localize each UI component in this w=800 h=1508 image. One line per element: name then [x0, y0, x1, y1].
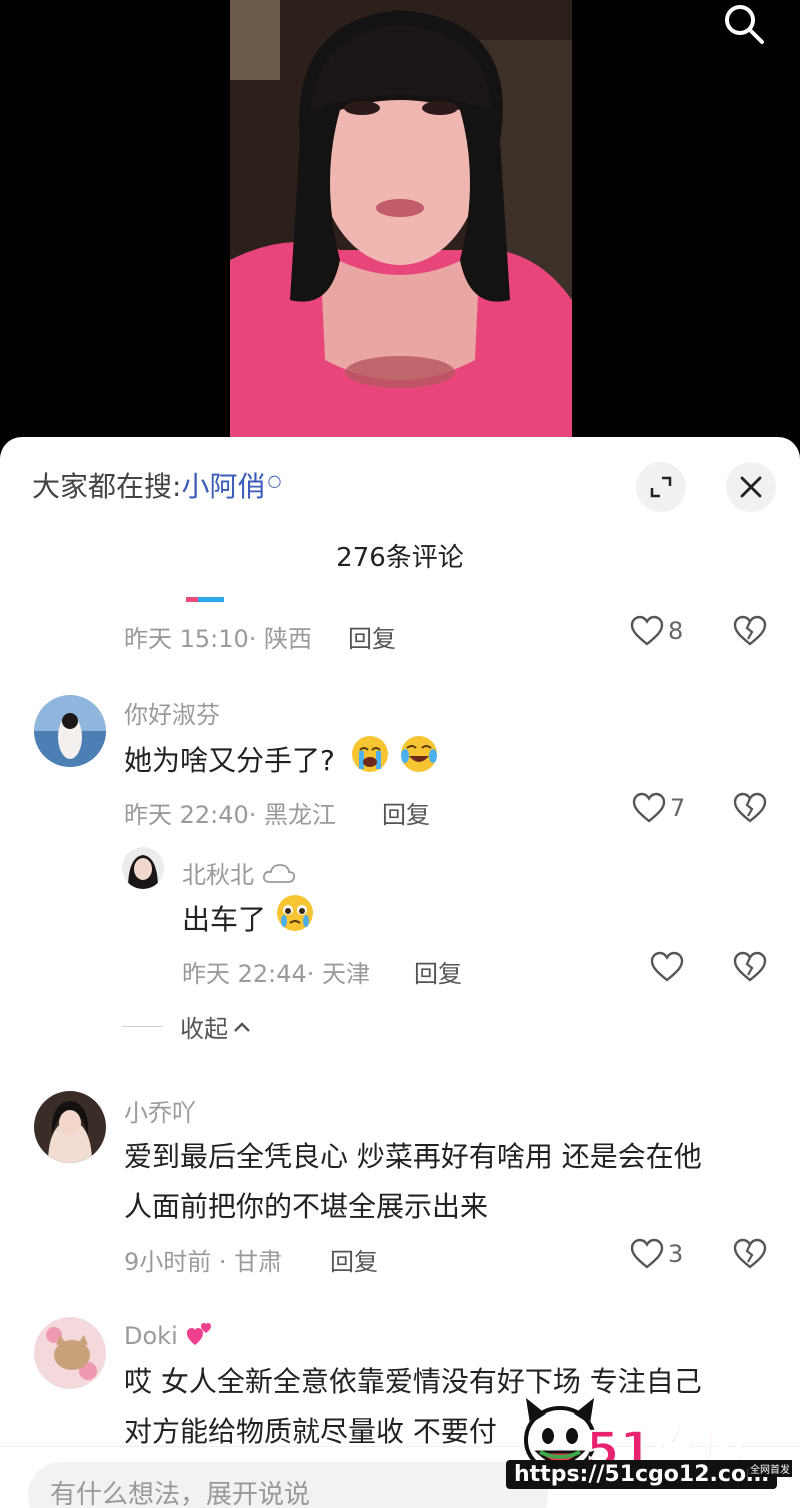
- like-count: 8: [668, 617, 684, 645]
- heart-icon: [630, 615, 664, 646]
- comment-username-text: Doki: [124, 1322, 178, 1350]
- pleading-cry-emoji-icon: [275, 893, 315, 949]
- close-icon: [740, 476, 762, 498]
- watermark-url: https://51cgo12.com: [506, 1460, 777, 1489]
- reply-button[interactable]: 回复: [414, 954, 462, 989]
- reply-button[interactable]: 回复: [382, 795, 430, 830]
- comment-meta: 昨天 15:10· 陕西: [124, 625, 313, 653]
- broken-heart-icon: [733, 615, 767, 646]
- divider-line: [122, 1026, 162, 1027]
- dislike-button[interactable]: [733, 951, 767, 987]
- reply-button[interactable]: 回复: [330, 1242, 378, 1277]
- comment-text-content: 她为啥又分手了?: [124, 744, 335, 777]
- avatar[interactable]: [34, 1091, 106, 1163]
- laugh-cry-emoji-icon: [399, 734, 439, 790]
- like-count: 7: [670, 794, 686, 822]
- reply-button[interactable]: 回复: [348, 619, 396, 654]
- comment-meta: 昨天 22:40· 黑龙江: [124, 801, 337, 829]
- previous-comment-tail: [186, 597, 224, 602]
- video-still: [230, 0, 572, 440]
- like-count: 3: [668, 1240, 684, 1268]
- hot-search-prefix: 大家都在搜:: [32, 470, 182, 503]
- comment-meta: 9小时前 · 甘肃: [124, 1248, 283, 1276]
- chevron-up-icon: [234, 1021, 250, 1032]
- collapse-replies-button[interactable]: 收起: [122, 1009, 252, 1044]
- reply-text-content: 出车了: [182, 903, 267, 936]
- reply-avatar[interactable]: [122, 847, 164, 889]
- comment-text: 她为啥又分手了?: [124, 734, 439, 790]
- comment-text-line1: 爱到最后全凭良心 炒菜再好有啥用 还是会在他: [124, 1140, 702, 1173]
- dislike-button[interactable]: [733, 615, 767, 651]
- sparkling-hearts-icon: [185, 1319, 215, 1355]
- heart-icon: [630, 1238, 664, 1269]
- comment-sheet: 大家都在搜:小阿俏 ○ 276条评论 昨天 15:10· 陕西 回复 8 你好淑…: [0, 437, 800, 1508]
- heart-icon: [632, 792, 666, 823]
- search-icon: [725, 5, 764, 44]
- search-button[interactable]: [720, 0, 768, 48]
- comment-input[interactable]: 有什么想法，展开说说: [28, 1462, 548, 1508]
- reply-meta: 昨天 22:44· 天津: [182, 960, 371, 988]
- hot-search-keyword[interactable]: 小阿俏: [181, 470, 265, 503]
- comment-username[interactable]: 小乔吖: [124, 1093, 196, 1128]
- comment-username[interactable]: Doki: [124, 1319, 215, 1355]
- crying-emoji-icon: [350, 734, 390, 790]
- search-small-icon: ○: [267, 470, 282, 490]
- like-button[interactable]: 7: [632, 792, 685, 824]
- expand-button[interactable]: [636, 462, 686, 512]
- broken-heart-icon: [733, 792, 767, 823]
- reply-username[interactable]: 北秋北: [182, 855, 296, 890]
- hot-search-bar[interactable]: 大家都在搜:小阿俏 ○: [32, 465, 281, 505]
- like-button[interactable]: [650, 951, 684, 983]
- avatar[interactable]: [34, 695, 106, 767]
- collapse-label: 收起: [180, 1015, 228, 1043]
- comment-text-line2: 人面前把你的不堪全展示出来: [124, 1190, 489, 1223]
- broken-heart-icon: [733, 1238, 767, 1269]
- reply-text: 出车了: [182, 893, 315, 949]
- comment-text-line2: 对方能给物质就尽量收 不要付: [124, 1415, 497, 1448]
- comment-username[interactable]: 你好淑芬: [124, 695, 220, 730]
- cloud-icon: [262, 862, 296, 890]
- heart-icon: [650, 951, 684, 982]
- avatar[interactable]: [34, 1317, 106, 1389]
- video-player[interactable]: [0, 0, 800, 450]
- comment-count-title: 276条评论: [336, 543, 464, 573]
- expand-icon: [650, 476, 672, 498]
- dislike-button[interactable]: [733, 1238, 767, 1274]
- like-button[interactable]: 3: [630, 1238, 683, 1270]
- broken-heart-icon: [733, 951, 767, 982]
- reply-username-text: 北秋北: [182, 861, 254, 889]
- like-button[interactable]: 8: [630, 615, 683, 647]
- watermark-tag: 全网首发: [748, 1460, 792, 1477]
- dislike-button[interactable]: [733, 792, 767, 828]
- video-frame: [230, 0, 572, 440]
- close-button[interactable]: [726, 462, 776, 512]
